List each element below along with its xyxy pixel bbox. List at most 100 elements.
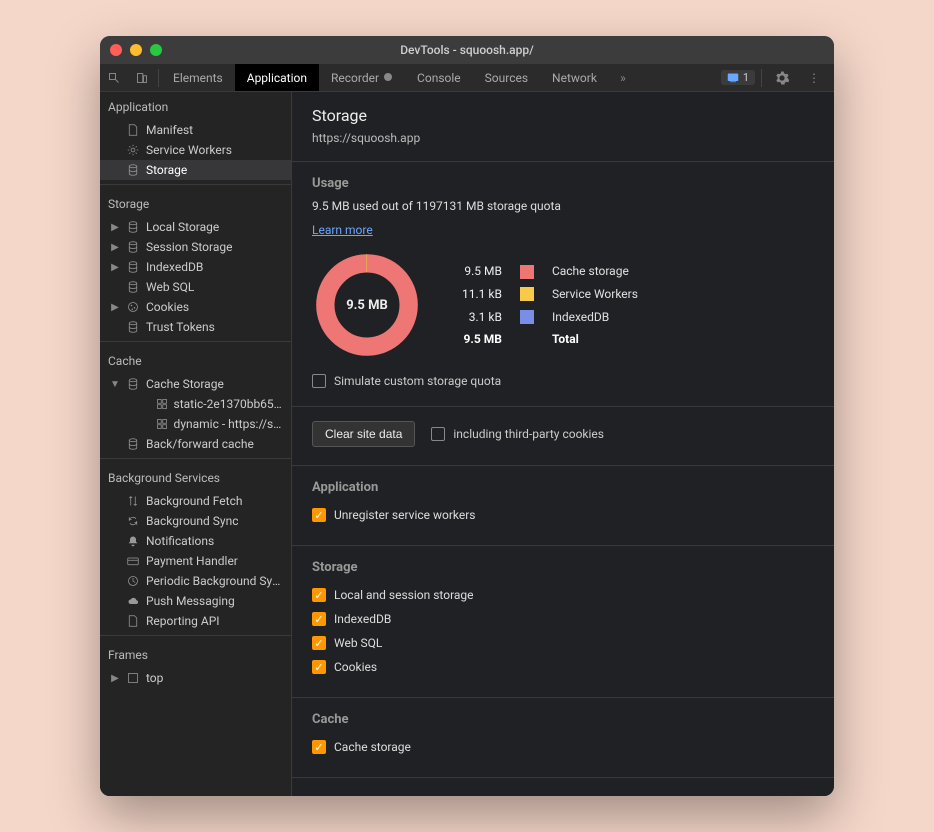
issues-count: 1 bbox=[743, 71, 749, 84]
sidebar: ApplicationManifest Service Workers Storag… bbox=[100, 92, 292, 796]
sidebar-item-label: Back/forward cache bbox=[146, 437, 254, 451]
sidebar-item-web-sql[interactable]: Web SQL bbox=[100, 277, 291, 297]
db-icon bbox=[126, 241, 140, 253]
sidebar-item-reporting-api[interactable]: Reporting API bbox=[100, 611, 291, 631]
sidebar-item-notifications[interactable]: Notifications bbox=[100, 531, 291, 551]
sidebar-item-label: Session Storage bbox=[146, 240, 232, 254]
sidebar-section-background-services: Background Services bbox=[100, 463, 291, 491]
sidebar-item-label: Periodic Background Sync bbox=[146, 574, 285, 588]
sidebar-item-top[interactable]: ▶ top bbox=[100, 668, 291, 688]
group-storage: Storage✓Local and session storage✓Indexe… bbox=[292, 546, 834, 698]
sidebar-item-indexeddb[interactable]: ▶IndexedDB bbox=[100, 257, 291, 277]
option-cache-storage: ✓Cache storage bbox=[312, 735, 814, 759]
donut-center-label: 9.5 MB bbox=[312, 250, 422, 360]
sidebar-item-label: Reporting API bbox=[146, 614, 220, 628]
sidebar-item-label: Payment Handler bbox=[146, 554, 238, 568]
option-cookies: ✓ Cookies bbox=[312, 655, 814, 679]
sidebar-item-label: Background Fetch bbox=[146, 494, 242, 508]
sidebar-item-background-sync[interactable]: Background Sync bbox=[100, 511, 291, 531]
sidebar-item-back-forward-cache[interactable]: Back/forward cache bbox=[100, 434, 291, 454]
legend-total-size: 9.5 MB bbox=[454, 329, 510, 349]
db-icon bbox=[126, 261, 140, 273]
option-checkbox[interactable]: ✓ bbox=[312, 588, 326, 602]
sidebar-item-dynamic-https-squoosh-[interactable]: dynamic - https://squoosh… bbox=[100, 414, 291, 434]
option-checkbox[interactable]: ✓ bbox=[312, 636, 326, 650]
bell-icon bbox=[126, 535, 140, 547]
db-icon bbox=[126, 378, 140, 390]
grid-icon bbox=[156, 398, 168, 410]
sidebar-item-cookies[interactable]: ▶Cookies bbox=[100, 297, 291, 317]
legend-name: Cache storage bbox=[544, 261, 646, 282]
gear-icon bbox=[126, 144, 140, 156]
issues-badge[interactable]: 1 bbox=[721, 70, 755, 85]
third-party-cookies-checkbox[interactable] bbox=[431, 427, 445, 441]
option-label: Cookies bbox=[334, 660, 377, 674]
legend-total-label: Total bbox=[544, 329, 646, 349]
db-icon bbox=[126, 281, 140, 293]
sidebar-item-push-messaging[interactable]: Push Messaging bbox=[100, 591, 291, 611]
legend-size: 3.1 kB bbox=[454, 306, 510, 327]
db-icon bbox=[126, 438, 140, 450]
clock-icon bbox=[126, 575, 140, 587]
tab-console[interactable]: Console bbox=[405, 64, 473, 91]
usage-line: 9.5 MB used out of 1197131 MB storage qu… bbox=[312, 199, 814, 213]
sidebar-item-label: Cookies bbox=[146, 300, 189, 314]
sidebar-item-static-2e1370bb652d2e7e-[interactable]: static-2e1370bb652d2e7e… bbox=[100, 394, 291, 414]
sidebar-section-frames: Frames bbox=[100, 640, 291, 668]
device-toolbar-icon[interactable] bbox=[128, 64, 156, 92]
sidebar-item-storage[interactable]: Storage bbox=[100, 160, 291, 180]
legend-row: 9.5 MB Cache storage bbox=[454, 261, 646, 282]
sidebar-item-manifest[interactable]: Manifest bbox=[100, 120, 291, 140]
sidebar-item-payment-handler[interactable]: Payment Handler bbox=[100, 551, 291, 571]
sidebar-item-label: Cache Storage bbox=[146, 377, 224, 391]
sidebar-section-storage: Storage bbox=[100, 189, 291, 217]
tab-recorder[interactable]: Recorder bbox=[319, 64, 405, 91]
legend-size: 9.5 MB bbox=[454, 261, 510, 282]
db-icon bbox=[126, 321, 140, 333]
sidebar-item-local-storage[interactable]: ▶Local Storage bbox=[100, 217, 291, 237]
kebab-menu-icon[interactable]: ⋮ bbox=[800, 64, 828, 92]
db-icon bbox=[126, 164, 140, 176]
card-icon bbox=[126, 555, 140, 567]
sidebar-item-periodic-background-sync[interactable]: Periodic Background Sync bbox=[100, 571, 291, 591]
sidebar-section-application: Application bbox=[100, 92, 291, 120]
inspect-element-icon[interactable] bbox=[100, 64, 128, 92]
sidebar-item-label: Web SQL bbox=[146, 280, 194, 294]
sidebar-item-service-workers[interactable]: Service Workers bbox=[100, 140, 291, 160]
sidebar-item-background-fetch[interactable]: Background Fetch bbox=[100, 491, 291, 511]
option-checkbox[interactable]: ✓ bbox=[312, 508, 326, 522]
tab-application[interactable]: Application bbox=[235, 64, 319, 91]
sidebar-item-session-storage[interactable]: ▶Session Storage bbox=[100, 237, 291, 257]
more-tabs-icon[interactable]: » bbox=[609, 64, 637, 92]
simulate-quota-checkbox[interactable] bbox=[312, 374, 326, 388]
group-application: Application✓Unregister service workers bbox=[292, 466, 834, 546]
content-header: Storage https://squoosh.app bbox=[292, 92, 834, 162]
sidebar-item-cache-storage[interactable]: ▼Cache Storage bbox=[100, 374, 291, 394]
caret-right-icon: ▶ bbox=[110, 222, 120, 233]
clear-site-data-button[interactable]: Clear site data bbox=[312, 421, 415, 447]
legend-size: 11.1 kB bbox=[454, 284, 510, 305]
learn-more-link[interactable]: Learn more bbox=[312, 223, 373, 237]
option-checkbox[interactable]: ✓ bbox=[312, 660, 326, 674]
legend-row: 3.1 kB IndexedDB bbox=[454, 306, 646, 327]
sidebar-item-label: Background Sync bbox=[146, 514, 238, 528]
sidebar-item-trust-tokens[interactable]: Trust Tokens bbox=[100, 317, 291, 337]
tab-elements[interactable]: Elements bbox=[161, 64, 235, 91]
third-party-cookies-label: including third-party cookies bbox=[453, 427, 604, 441]
tab-network[interactable]: Network bbox=[540, 64, 609, 91]
cloud-icon bbox=[126, 595, 140, 607]
sidebar-item-label: top bbox=[146, 671, 163, 685]
devtools-toolbar: ElementsApplicationRecorderConsoleSource… bbox=[100, 64, 834, 92]
group-title: Application bbox=[312, 480, 814, 495]
caret-right-icon: ▶ bbox=[110, 673, 120, 684]
updown-icon bbox=[126, 495, 140, 507]
option-checkbox[interactable]: ✓ bbox=[312, 740, 326, 754]
sidebar-item-label: Service Workers bbox=[146, 143, 232, 157]
frame-icon bbox=[126, 672, 140, 684]
settings-gear-icon[interactable] bbox=[768, 64, 796, 92]
tab-sources[interactable]: Sources bbox=[473, 64, 540, 91]
legend-name: IndexedDB bbox=[544, 306, 646, 327]
option-checkbox[interactable]: ✓ bbox=[312, 612, 326, 626]
usage-panel: Usage 9.5 MB used out of 1197131 MB stor… bbox=[292, 162, 834, 407]
legend-name: Service Workers bbox=[544, 284, 646, 305]
